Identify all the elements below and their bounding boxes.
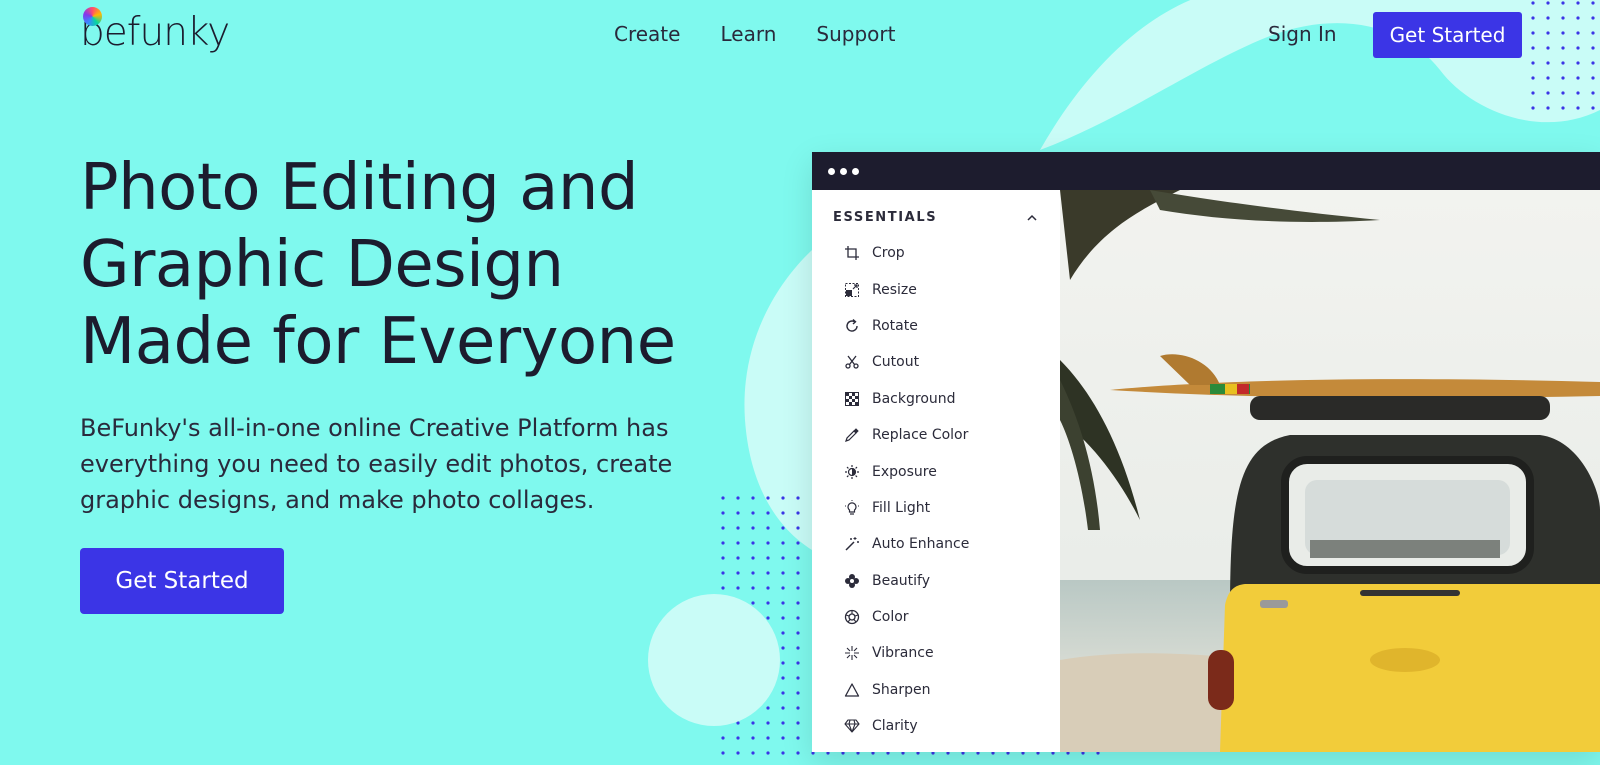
window-dot — [852, 167, 859, 175]
tool-label: Color — [872, 609, 909, 626]
window-title-bar — [812, 152, 1600, 190]
tool-crop[interactable]: Crop — [812, 235, 1060, 271]
tool-label: Fill Light — [872, 499, 931, 516]
hero-subtitle: BeFunky's all-in-one online Creative Pla… — [80, 414, 673, 514]
sun-half-icon — [845, 464, 859, 479]
tool-beautify[interactable]: Beautify — [812, 563, 1060, 599]
tool-resize[interactable]: Resize — [812, 271, 1060, 307]
tool-clarity[interactable]: Clarity — [812, 708, 1060, 744]
tool-fill-light[interactable]: Fill Light — [812, 490, 1060, 526]
window-dot — [840, 167, 847, 175]
triangle-icon — [844, 683, 860, 697]
hero-title-line-3: Made for Everyone — [80, 305, 676, 379]
tool-label: Crop — [872, 245, 905, 262]
flower-icon — [845, 573, 859, 588]
rotate-icon — [846, 318, 858, 332]
tool-rotate[interactable]: Rotate — [812, 308, 1060, 344]
editor-preview-window: ESSENTIALS Crop Resize Rotate Cutout Bac… — [812, 152, 1600, 752]
tool-background[interactable]: Background — [812, 381, 1060, 417]
nav-create[interactable]: Create — [614, 22, 680, 46]
lightbulb-icon — [845, 499, 859, 515]
tool-replace-color[interactable]: Replace Color — [812, 417, 1060, 453]
magic-wand-icon — [845, 537, 859, 551]
tool-label: Cutout — [872, 354, 920, 371]
hero-title-line-1: Photo Editing and — [80, 151, 639, 225]
nav-support[interactable]: Support — [816, 22, 895, 46]
tool-vibrance[interactable]: Vibrance — [812, 635, 1060, 671]
crop-icon — [845, 246, 859, 261]
sparkle-icon — [845, 646, 859, 661]
beach-van-photo — [1060, 190, 1600, 752]
logo-text: befunky — [80, 10, 230, 55]
tool-label: Replace Color — [872, 427, 969, 444]
nav-learn[interactable]: Learn — [720, 22, 776, 46]
tool-exposure[interactable]: Exposure — [812, 453, 1060, 489]
essentials-title: ESSENTIALS — [833, 210, 938, 225]
befunky-logo[interactable]: befunky — [80, 6, 230, 55]
tool-color[interactable]: Color — [812, 599, 1060, 635]
essentials-header[interactable]: ESSENTIALS — [812, 190, 1060, 235]
eyedropper-icon — [845, 428, 859, 443]
main-nav: Create Learn Support — [614, 22, 895, 46]
sample-photo — [1060, 190, 1600, 752]
tool-label: Sharpen — [872, 681, 931, 698]
tool-label: Vibrance — [872, 645, 934, 662]
tool-label: Exposure — [872, 463, 937, 480]
tool-cutout[interactable]: Cutout — [812, 344, 1060, 380]
hero-title-line-2: Graphic Design — [80, 228, 564, 302]
color-ring-icon — [83, 6, 102, 26]
tool-label: Resize — [872, 281, 917, 298]
get-started-header-button[interactable]: Get Started — [1373, 12, 1522, 58]
scissors-icon — [845, 355, 859, 370]
aperture-icon — [844, 609, 860, 625]
tool-auto-enhance[interactable]: Auto Enhance — [812, 526, 1060, 562]
sign-in-link[interactable]: Sign In — [1268, 22, 1337, 46]
tool-label: Background — [872, 390, 956, 407]
window-dot — [828, 167, 835, 175]
diamond-icon — [844, 719, 860, 733]
get-started-hero-button[interactable]: Get Started — [80, 548, 284, 614]
checkerboard-icon — [845, 391, 859, 406]
resize-icon — [845, 282, 859, 297]
essentials-panel: ESSENTIALS Crop Resize Rotate Cutout Bac… — [812, 190, 1060, 752]
chevron-up-icon — [1027, 214, 1037, 221]
hero-title: Photo Editing and Graphic Design Made fo… — [80, 150, 700, 381]
tool-label: Auto Enhance — [872, 536, 970, 553]
tool-sharpen[interactable]: Sharpen — [812, 672, 1060, 708]
tool-label: Clarity — [872, 718, 918, 735]
tool-label: Beautify — [872, 572, 931, 589]
tool-label: Rotate — [872, 317, 918, 334]
